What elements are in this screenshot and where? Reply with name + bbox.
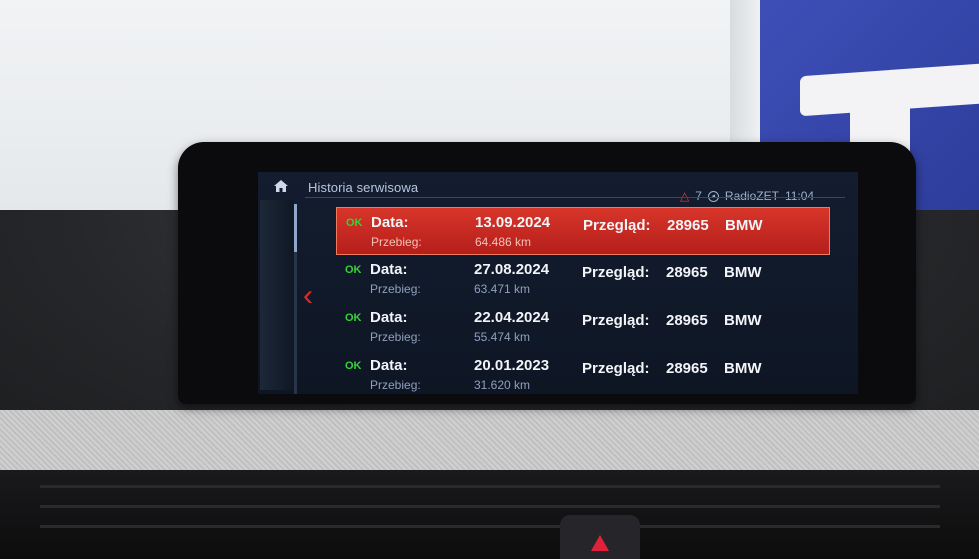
status-badge: OK bbox=[345, 360, 362, 372]
list-item[interactable]: OK Data: Przebieg: 20.01.2023 31.620 km … bbox=[336, 351, 830, 399]
service-history-list: OK Data: Przebieg: 13.09.2024 64.486 km … bbox=[336, 207, 830, 399]
mileage-value: 31.620 km bbox=[474, 378, 531, 392]
inspection-code: 28965 bbox=[666, 360, 708, 377]
date-value: 13.09.2024 bbox=[475, 214, 551, 231]
home-icon[interactable] bbox=[274, 180, 288, 192]
hazard-button[interactable] bbox=[560, 515, 640, 559]
inspection-label: Przegląd: bbox=[583, 217, 651, 234]
mileage-value: 64.486 km bbox=[475, 235, 532, 249]
clock: 11:04 bbox=[784, 189, 815, 203]
status-badge: OK bbox=[346, 217, 363, 229]
inspection-label: Przegląd: bbox=[582, 312, 650, 329]
list-item[interactable]: OK Data: Przebieg: 22.04.2024 55.474 km … bbox=[336, 303, 830, 351]
service-brand: BMW bbox=[724, 264, 762, 281]
inspection-code: 28965 bbox=[666, 264, 708, 281]
date-label: Data: bbox=[370, 357, 408, 374]
side-panel bbox=[260, 200, 294, 390]
status-bar: △ 7 ◂ RadioZET 11:04 bbox=[680, 189, 814, 203]
date-label: Data: bbox=[370, 261, 408, 278]
mileage-label: Przebieg: bbox=[371, 235, 422, 249]
date-label: Data: bbox=[371, 214, 409, 231]
page-title: Historia serwisowa bbox=[308, 180, 419, 195]
status-badge: OK bbox=[345, 312, 362, 324]
mileage-value: 55.474 km bbox=[474, 330, 531, 344]
mileage-label: Przebieg: bbox=[370, 330, 421, 344]
service-brand: BMW bbox=[724, 360, 762, 377]
inspection-code: 28965 bbox=[667, 217, 709, 234]
inspection-label: Przegląd: bbox=[582, 360, 650, 377]
air-vent bbox=[0, 470, 979, 559]
date-value: 22.04.2024 bbox=[474, 309, 550, 326]
mileage-label: Przebieg: bbox=[370, 378, 421, 392]
inspection-label: Przegląd: bbox=[582, 264, 650, 281]
inspection-code: 28965 bbox=[666, 312, 708, 329]
list-item[interactable]: OK Data: Przebieg: 13.09.2024 64.486 km … bbox=[336, 207, 830, 255]
radio-station: RadioZET bbox=[724, 189, 779, 203]
radio-icon: ◂ bbox=[707, 190, 719, 202]
chevron-left-icon[interactable]: ‹ bbox=[303, 281, 313, 311]
mileage-label: Przebieg: bbox=[370, 282, 421, 296]
header-divider bbox=[305, 197, 845, 198]
scrollbar-thumb[interactable] bbox=[294, 204, 297, 252]
warning-count: 7 bbox=[695, 189, 702, 203]
status-badge: OK bbox=[345, 264, 362, 276]
service-brand: BMW bbox=[724, 312, 762, 329]
mileage-value: 63.471 km bbox=[474, 282, 531, 296]
date-value: 27.08.2024 bbox=[474, 261, 550, 278]
list-item[interactable]: OK Data: Przebieg: 27.08.2024 63.471 km … bbox=[336, 255, 830, 303]
date-label: Data: bbox=[370, 309, 408, 326]
service-brand: BMW bbox=[725, 217, 763, 234]
warning-triangle-icon[interactable]: △ bbox=[680, 189, 689, 203]
hazard-icon bbox=[591, 535, 609, 551]
date-value: 20.01.2023 bbox=[474, 357, 550, 374]
